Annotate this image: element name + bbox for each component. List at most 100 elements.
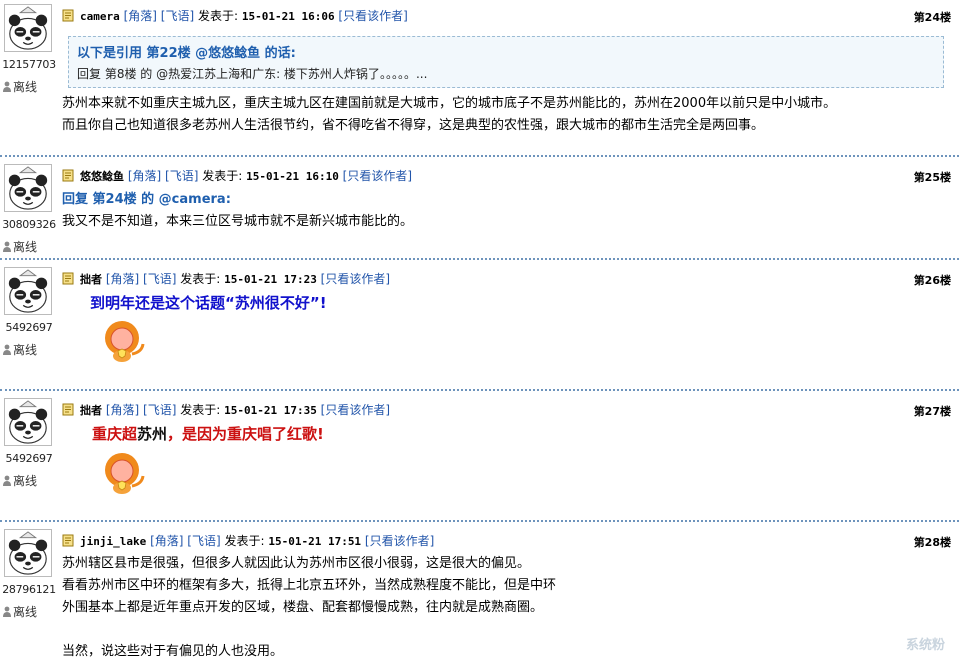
quote-block: 以下是引用 第22楼 @悠悠鲶鱼 的话: 回复 第8楼 的 @热爱江苏上海和广东… (68, 36, 944, 88)
avatar[interactable] (4, 529, 52, 577)
online-status: 离线 (2, 78, 37, 95)
status-label: 离线 (13, 240, 38, 254)
whisper-link[interactable]: [飞语] (165, 169, 198, 183)
user-id: 5492697 (5, 452, 53, 465)
whisper-link[interactable]: [飞语] (143, 403, 176, 417)
post-date: 15-01-21 17:51 (268, 535, 362, 548)
content-line: 到明年还是这个话题“苏州很不好”! (90, 294, 327, 312)
content-text: 重庆超 (92, 425, 138, 443)
floor-number: 第28楼 (913, 536, 951, 549)
only-author-link[interactable]: [只看该作者] (365, 534, 434, 548)
post-content: 回复 第24楼 的 @camera: 我又不是不知道，本来三位区号城市就不是新兴… (62, 189, 413, 233)
only-author-link[interactable]: [只看该作者] (321, 272, 390, 286)
reply-header: 回复 第24楼 的 @camera: (62, 192, 231, 207)
author-name[interactable]: 拙者 (80, 404, 102, 417)
content-line: 当然，说这些对于有偏见的人也没用。 (62, 644, 284, 659)
user-icon (2, 606, 12, 617)
user-icon (2, 241, 12, 252)
author-name[interactable]: camera (80, 10, 120, 23)
post-date: 15-01-21 17:35 (224, 404, 317, 417)
post-header: 悠悠鲶鱼 [角落] [飞语] 发表于: 15-01-21 16:10 [只看该作… (62, 167, 412, 185)
quote-header: 以下是引用 第22楼 @悠悠鲶鱼 的话: (77, 46, 296, 61)
corner-link[interactable]: [角落] (106, 403, 139, 417)
post-divider (0, 389, 959, 391)
posted-label: 发表于: (180, 272, 221, 286)
quote-body: 回复 第8楼 的 @热爱江苏上海和广东: 楼下苏州人炸锅了。。。。。... (77, 67, 428, 81)
content-line (62, 619, 556, 641)
only-author-link[interactable]: [只看该作者] (343, 169, 412, 183)
status-label: 离线 (13, 474, 38, 488)
post-date: 15-01-21 16:06 (241, 10, 335, 23)
online-status: 离线 (2, 341, 37, 358)
content-line: 外围基本上都是近年重点开发的区域，楼盘、配套都慢慢成熟，往内就是成熟商圈。 (62, 600, 544, 615)
only-author-link[interactable]: [只看该作者] (338, 9, 407, 23)
whisper-link[interactable]: [飞语] (143, 272, 176, 286)
author-name[interactable]: 拙者 (80, 273, 102, 286)
lion-emoticon-icon (102, 318, 146, 364)
corner-link[interactable]: [角落] (128, 169, 161, 183)
post-content: 到明年还是这个话题“苏州很不好”! (90, 292, 327, 314)
document-icon (62, 272, 74, 285)
online-status: 离线 (2, 603, 37, 620)
avatar[interactable] (4, 398, 52, 446)
floor-number: 第24楼 (913, 11, 951, 24)
user-icon (2, 475, 12, 486)
lion-emoticon-icon (102, 450, 146, 496)
user-icon (2, 81, 12, 92)
posted-label: 发表于: (224, 534, 265, 548)
user-id: 5492697 (5, 321, 53, 334)
corner-link[interactable]: [角落] (124, 9, 157, 23)
corner-link[interactable]: [角落] (150, 534, 183, 548)
user-id: 12157703 (2, 58, 56, 71)
status-label: 离线 (13, 80, 38, 94)
document-icon (62, 403, 74, 416)
only-author-link[interactable]: [只看该作者] (321, 403, 390, 417)
post-floor-25: 30809326 离线 悠悠鲶鱼 [角落] [飞语] 发表于: 15-01-21… (0, 160, 959, 258)
author-name[interactable]: 悠悠鲶鱼 (80, 170, 124, 183)
document-icon (62, 534, 74, 547)
post-content: 苏州辖区县市是很强，但很多人就因此认为苏州市区很小很弱，这是很大的偏见。 看看苏… (62, 553, 556, 659)
post-date: 15-01-21 17:23 (224, 273, 317, 286)
post-date: 15-01-21 16:10 (246, 170, 339, 183)
whisper-link[interactable]: [飞语] (187, 534, 220, 548)
online-status: 离线 (2, 472, 37, 489)
status-label: 离线 (13, 343, 38, 357)
corner-link[interactable]: [角落] (106, 272, 139, 286)
avatar[interactable] (4, 267, 52, 315)
document-icon (62, 9, 74, 22)
floor-number: 第25楼 (913, 171, 951, 184)
posted-label: 发表于: (202, 169, 243, 183)
avatar[interactable] (4, 164, 52, 212)
content-line: 苏州本来就不如重庆主城九区，重庆主城九区在建国前就是大城市，它的城市底子不是苏州… (62, 96, 837, 111)
document-icon (62, 169, 74, 182)
site-watermark: 系统粉 (905, 638, 945, 653)
posted-label: 发表于: (180, 403, 221, 417)
online-status: 离线 (2, 238, 37, 255)
user-id: 30809326 (2, 218, 56, 231)
post-content: 重庆超苏州，是因为重庆唱了红歌! (92, 423, 324, 447)
content-line: 我又不是不知道，本来三位区号城市就不是新兴城市能比的。 (62, 214, 414, 229)
posted-label: 发表于: (197, 9, 239, 23)
post-floor-27: 5492697 离线 拙者 [角落] [飞语] 发表于: 15-01-21 17… (0, 394, 959, 519)
post-header: jinji_lake [角落] [飞语] 发表于: 15-01-21 17:51… (62, 532, 434, 550)
post-floor-26: 5492697 离线 拙者 [角落] [飞语] 发表于: 15-01-21 17… (0, 263, 959, 388)
post-divider (0, 258, 959, 260)
content-line: 苏州辖区县市是很强，但很多人就因此认为苏州市区很小很弱，这是很大的偏见。 (62, 556, 531, 571)
post-divider (0, 520, 959, 522)
post-floor-24: 12157703 离线 camera [角落] [飞语] 发表于: 15-01-… (0, 0, 959, 152)
user-id: 28796121 (2, 583, 56, 596)
author-name[interactable]: jinji_lake (80, 535, 146, 548)
post-header: camera [角落] [飞语] 发表于: 15-01-21 16:06 [只看… (62, 7, 408, 25)
content-text: ，是因为重庆唱了红歌! (167, 425, 324, 443)
floor-number: 第26楼 (913, 274, 951, 287)
post-header: 拙者 [角落] [飞语] 发表于: 15-01-21 17:35 [只看该作者] (62, 401, 390, 419)
content-text: 苏州 (137, 425, 168, 443)
user-icon (2, 344, 12, 355)
whisper-link[interactable]: [飞语] (161, 9, 194, 23)
content-line: 而且你自己也知道很多老苏州人生活很节约，省不得吃省不得穿，这是典型的农性强，跟大… (62, 118, 765, 133)
post-floor-28: 28796121 离线 jinji_lake [角落] [飞语] 发表于: 15… (0, 525, 959, 659)
status-label: 离线 (13, 605, 38, 619)
post-content: 苏州本来就不如重庆主城九区，重庆主城九区在建国前就是大城市，它的城市底子不是苏州… (62, 93, 836, 137)
post-header: 拙者 [角落] [飞语] 发表于: 15-01-21 17:23 [只看该作者] (62, 270, 390, 288)
avatar[interactable] (4, 4, 52, 52)
